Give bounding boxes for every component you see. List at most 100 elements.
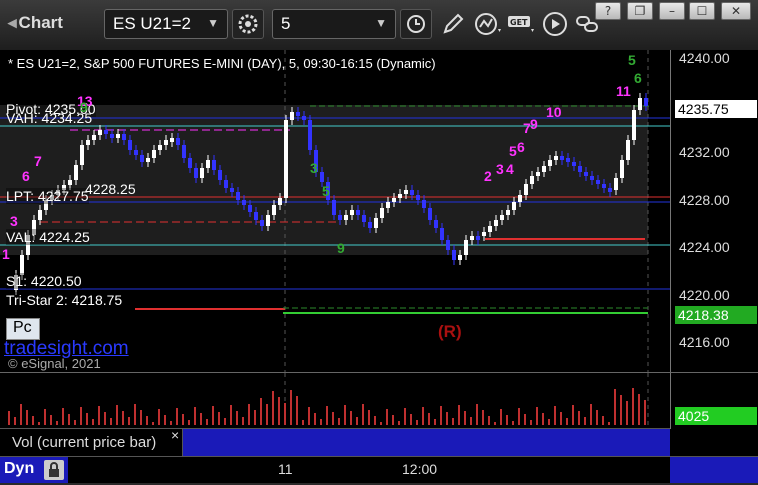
get-button[interactable]: GET	[507, 11, 537, 39]
close-icon[interactable]: ×	[171, 427, 179, 443]
volume-bar	[110, 418, 112, 425]
candle-body	[278, 198, 282, 205]
volume-bar	[548, 419, 550, 425]
volume-bar	[506, 415, 508, 425]
candle-body	[530, 176, 534, 184]
candle-body	[170, 138, 174, 142]
symbol-combo[interactable]: ES U21=2 ▼	[104, 9, 228, 39]
dyn-button[interactable]: Dyn	[0, 457, 68, 483]
symbol-value[interactable]: ES U21=2	[113, 14, 191, 34]
tick-label: 4216.00	[679, 334, 730, 350]
volume-bar	[302, 420, 304, 425]
volume-bar	[32, 416, 34, 425]
price-axis[interactable]: 4240.00 4232.00 4228.00 4224.00 4220.00 …	[670, 50, 758, 372]
candle-body	[128, 140, 132, 150]
candle-body	[212, 160, 216, 170]
candle-body	[260, 220, 264, 226]
candle-body	[578, 166, 582, 172]
candle-body	[458, 255, 462, 260]
volume-bar	[644, 400, 646, 425]
volume-bar	[128, 417, 130, 425]
minimize-icon: –	[669, 4, 675, 18]
volume-bar	[14, 417, 16, 425]
candle-body	[302, 116, 306, 120]
study-button[interactable]	[474, 11, 504, 39]
candle-body	[536, 172, 540, 176]
dropdown-arrow-icon[interactable]: ◂	[8, 13, 17, 32]
volume-bar	[464, 411, 466, 425]
last-price-tag: 4235.75	[675, 100, 757, 118]
play-button[interactable]	[542, 11, 570, 39]
candle-body	[290, 112, 294, 120]
candle-body	[176, 138, 180, 145]
candle-body	[152, 150, 156, 158]
study-chart-icon	[475, 13, 501, 35]
candle-body	[164, 140, 168, 145]
volume-bar	[68, 414, 70, 425]
volume-pane[interactable]	[0, 372, 670, 429]
candle-body	[20, 255, 24, 275]
volume-bar	[626, 401, 628, 425]
axis-corner	[670, 457, 758, 483]
volume-bar	[404, 408, 406, 425]
volume-legend-box: Vol (current price bar) ×	[0, 427, 183, 457]
svg-text:GET: GET	[510, 18, 528, 27]
volume-bar	[224, 418, 226, 425]
pencil-button[interactable]	[440, 11, 468, 39]
candle-body	[410, 190, 414, 195]
maximize-button[interactable]: ☐	[689, 2, 715, 20]
volume-bar	[20, 404, 22, 425]
volume-bars	[8, 388, 646, 425]
count-label-f: 1	[2, 246, 10, 262]
volume-bar	[560, 412, 562, 425]
volume-bar	[314, 413, 316, 425]
lock-icon[interactable]	[44, 460, 64, 480]
help-button[interactable]: ?	[595, 2, 621, 20]
price-plot[interactable]: * ES U21=2, S&P 500 FUTURES E-MINI (DAY)…	[0, 50, 670, 372]
volume-bar	[554, 406, 556, 425]
candle-body	[512, 202, 516, 210]
interval-combo[interactable]: 5 ▼	[272, 9, 396, 39]
candle-body	[272, 205, 276, 215]
candle-body	[140, 155, 144, 162]
candle-body	[518, 195, 522, 202]
chevron-down-icon[interactable]: ▼	[207, 16, 219, 30]
volume-bar	[278, 397, 280, 425]
volume-bar	[332, 412, 334, 425]
candle-body	[200, 168, 204, 178]
volume-bar	[416, 420, 418, 425]
count-label-j: 2	[484, 168, 492, 184]
dyn-label: Dyn	[4, 460, 35, 477]
price-chart-svg	[0, 50, 670, 372]
volume-bar	[428, 413, 430, 425]
volume-bar	[116, 405, 118, 425]
r-marker: (R)	[438, 322, 462, 341]
clock-button[interactable]	[400, 9, 432, 39]
candle-body	[38, 210, 42, 220]
volume-bar	[410, 414, 412, 425]
candle-body	[500, 215, 504, 220]
volume-bar	[482, 410, 484, 425]
candle-body	[614, 178, 618, 190]
volume-axis: 4025	[670, 372, 758, 429]
settings-gear-button[interactable]	[232, 9, 264, 39]
count-label-e: 3	[10, 213, 18, 229]
restore-button[interactable]: ❐	[627, 2, 653, 20]
count-label-n: 6	[517, 139, 525, 155]
pc-badge[interactable]: Pc	[6, 318, 40, 340]
close-button[interactable]: ✕	[721, 2, 751, 20]
interval-value[interactable]: 5	[281, 14, 290, 34]
candle-body	[98, 130, 102, 135]
volume-bar	[92, 419, 94, 425]
candle-body	[398, 194, 402, 198]
volume-bar	[326, 406, 328, 425]
candle-body	[560, 156, 564, 160]
candle-body	[428, 208, 432, 220]
minimize-button[interactable]: –	[659, 2, 685, 20]
chevron-down-icon[interactable]: ▼	[375, 16, 387, 30]
candle-body	[308, 120, 312, 150]
candle-body	[620, 160, 624, 178]
volume-bar	[500, 409, 502, 425]
candle-body	[566, 158, 570, 162]
candle-body	[332, 200, 336, 215]
